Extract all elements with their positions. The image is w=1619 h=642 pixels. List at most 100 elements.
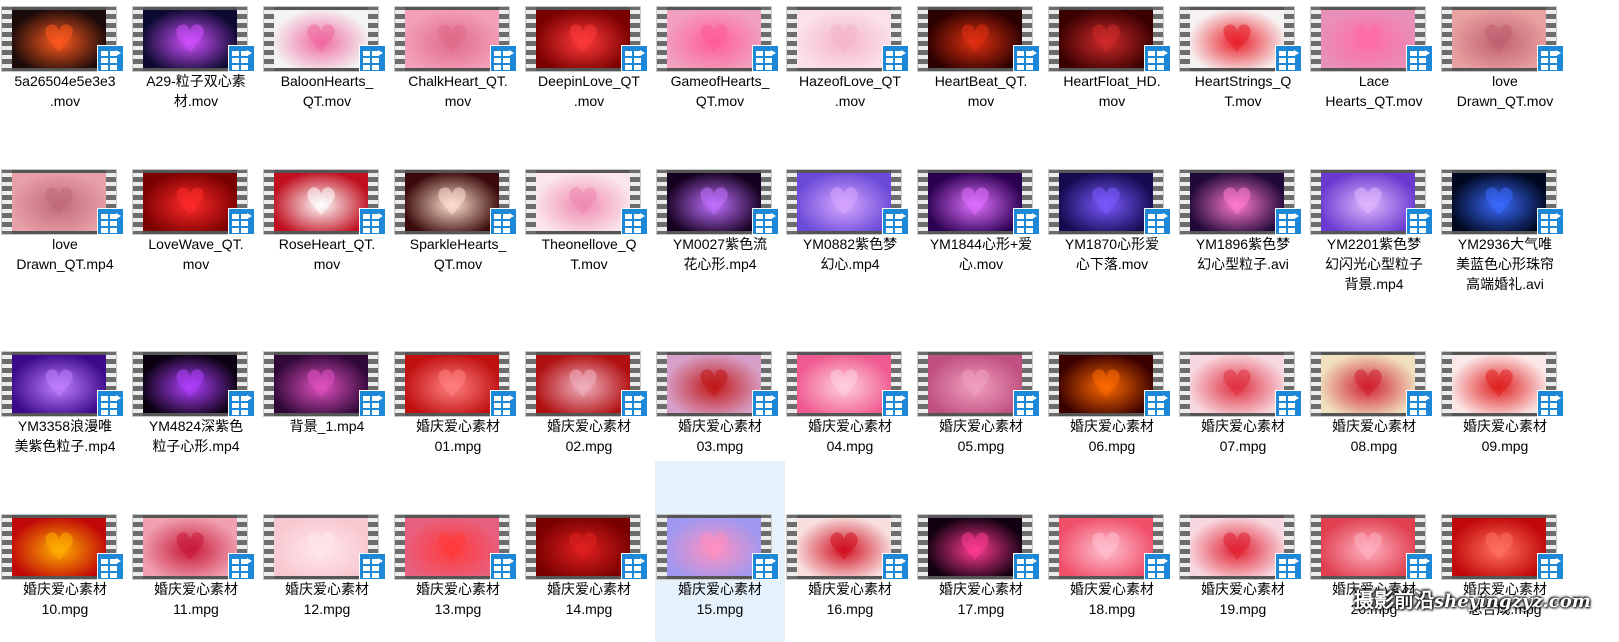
file-item[interactable]: ♥ 婚庆爱心素材 10.mpg: [0, 508, 130, 642]
thumbnail-frame: ♥: [928, 518, 1022, 576]
file-item[interactable]: ♥ YM0027紫色流 花心形.mp4: [655, 163, 785, 297]
file-item[interactable]: ♥ YM4824深紫色 粒子心形.mp4: [131, 345, 261, 479]
filmstrip-edge: [395, 7, 405, 71]
filmstrip-edge: [1442, 515, 1452, 579]
file-item[interactable]: ♥ 5a26504e5e3e3 .mov: [0, 0, 130, 134]
file-item[interactable]: ♥ YM0882紫色梦 幻心.mp4: [785, 163, 915, 297]
file-name: 婚庆爱心素材 04.mpg: [808, 418, 892, 454]
file-item[interactable]: ♥ 婚庆爱心素材 16.mpg: [785, 508, 915, 642]
file-name: 5a26504e5e3e3 .mov: [14, 73, 116, 109]
file-item[interactable]: ♥ 婚庆爱心素材 09.mpg: [1440, 345, 1570, 479]
file-item[interactable]: ♥ 婚庆爱心素材 15.mpg: [655, 461, 785, 642]
heart-icon: ♥: [1219, 17, 1255, 61]
heart-icon: ♥: [303, 362, 339, 406]
file-name: 婚庆爱心素材 01.mpg: [416, 418, 500, 454]
file-item[interactable]: ♥ 婚庆爱心素材 12.mpg: [262, 508, 392, 642]
thumbnail-frame: ♥: [1452, 10, 1546, 68]
file-item[interactable]: ♥ 婚庆爱心素材 04.mpg: [785, 345, 915, 479]
filmstrip-edge: [133, 7, 143, 71]
file-item[interactable]: ♥ Theonellove_Q T.mov: [524, 163, 654, 297]
file-name: GameofHearts_ QT.mov: [670, 73, 770, 109]
heart-icon: ♥: [172, 362, 208, 406]
file-item[interactable]: ♥ 婚庆爱心素材 17.mpg: [916, 508, 1046, 642]
file-item[interactable]: ♥ HeartFloat_HD. mov: [1047, 0, 1177, 134]
file-item[interactable]: ♥ YM2201紫色梦 幻闪光心型粒子 背景.mp4: [1309, 163, 1439, 297]
video-file-type-icon: [490, 390, 517, 417]
thumbnail-frame: ♥: [274, 173, 368, 231]
heart-icon: ♥: [1350, 17, 1386, 61]
file-item[interactable]: ♥ 婚庆爱心素材 07.mpg: [1178, 345, 1308, 479]
file-item[interactable]: ♥ RoseHeart_QT. mov: [262, 163, 392, 297]
file-item[interactable]: ♥ 婚庆爱心素材 18.mpg: [1047, 508, 1177, 642]
filmstrip-edge: [787, 170, 797, 234]
file-item[interactable]: ♥ 婚庆爱心素材 08.mpg: [1309, 345, 1439, 479]
file-item[interactable]: ♥ 背景_1.mp4: [262, 345, 392, 479]
file-name: 婚庆爱心素材 07.mpg: [1201, 418, 1285, 454]
file-item[interactable]: ♥ A29-粒子双心素 材.mov: [131, 0, 261, 134]
file-name: YM0882紫色梦 幻心.mp4: [802, 236, 898, 272]
heart-icon: ♥: [565, 180, 601, 224]
file-name: 婚庆爱心素材 15.mpg: [678, 581, 762, 617]
file-item[interactable]: ♥ 婚庆爱心素材 20.mpg: [1309, 508, 1439, 642]
heart-icon: ♥: [1350, 362, 1386, 406]
file-item[interactable]: ♥ SparkleHearts_ QT.mov: [393, 163, 523, 297]
file-item[interactable]: ♥ YM1896紫色梦 幻心型粒子.avi: [1178, 163, 1308, 297]
file-item[interactable]: ♥ 婚庆爱心素材 11.mpg: [131, 508, 261, 642]
thumbnail-frame: ♥: [405, 518, 499, 576]
file-name: YM2936大气唯 美蓝色心形珠帘 高端婚礼.avi: [1456, 236, 1554, 292]
file-item[interactable]: ♥ 婚庆爱心素材 14.mpg: [524, 508, 654, 642]
heart-icon: ♥: [565, 362, 601, 406]
file-item[interactable]: ♥ 婚庆爱心素材 19.mpg: [1178, 508, 1308, 642]
filmstrip-edge: [1049, 352, 1059, 416]
file-name: 婚庆爱心素材 11.mpg: [154, 581, 238, 617]
thumbnail-frame: ♥: [536, 173, 630, 231]
filmstrip-edge: [787, 352, 797, 416]
file-item[interactable]: ♥ 婚庆爱心素材 13.mpg: [393, 508, 523, 642]
heart-icon: ♥: [826, 362, 862, 406]
file-item[interactable]: ♥ 婚庆爱心素材 03.mpg: [655, 345, 785, 479]
file-name: Theonellove_Q T.mov: [541, 236, 637, 272]
video-file-type-icon: [228, 45, 255, 72]
file-item[interactable]: ♥ YM3358浪漫唯 美紫色粒子.mp4: [0, 345, 130, 479]
file-name: BaloonHearts_ QT.mov: [280, 73, 374, 109]
file-item[interactable]: ♥ YM2936大气唯 美蓝色心形珠帘 高端婚礼.avi: [1440, 163, 1570, 297]
video-file-type-icon: [490, 208, 517, 235]
file-item[interactable]: ♥ HeartStrings_Q T.mov: [1178, 0, 1308, 134]
video-file-type-icon: [1406, 45, 1433, 72]
file-name: YM1870心形爱 心下落.mov: [1064, 236, 1160, 272]
thumbnail-frame: ♥: [536, 518, 630, 576]
heart-icon: ♥: [1350, 525, 1386, 569]
heart-icon: ♥: [957, 180, 993, 224]
file-item[interactable]: ♥ LoveWave_QT. mov: [131, 163, 261, 297]
watermark-chinese: 摄影前沿: [1354, 588, 1434, 612]
video-file-type-icon: [359, 553, 386, 580]
heart-icon: ♥: [565, 17, 601, 61]
file-item[interactable]: ♥ ChalkHeart_QT. mov: [393, 0, 523, 134]
file-name: 婚庆爱心素材 03.mpg: [678, 418, 762, 454]
video-file-type-icon: [1275, 208, 1302, 235]
file-item[interactable]: ♥ DeepinLove_QT .mov: [524, 0, 654, 134]
file-item[interactable]: ♥ HeartBeat_QT. mov: [916, 0, 1046, 134]
thumbnail-frame: ♥: [1452, 355, 1546, 413]
thumbnail-frame: ♥: [405, 173, 499, 231]
file-name: YM2201紫色梦 幻闪光心型粒子 背景.mp4: [1325, 236, 1423, 292]
file-name: YM1844心形+爱 心.mov: [929, 236, 1033, 272]
file-item[interactable]: ♥ 婚庆爱心素材 01.mpg: [393, 345, 523, 479]
file-item[interactable]: ♥ YM1870心形爱 心下落.mov: [1047, 163, 1177, 297]
file-item[interactable]: ♥ 婚庆爱心素材 02.mpg: [524, 345, 654, 479]
file-item[interactable]: ♥ 婚庆爱心素材 05.mpg: [916, 345, 1046, 479]
file-item[interactable]: ♥ YM1844心形+爱 心.mov: [916, 163, 1046, 297]
file-item[interactable]: ♥ HazeofLove_QT .mov: [785, 0, 915, 134]
file-item[interactable]: ♥ BaloonHearts_ QT.mov: [262, 0, 392, 134]
filmstrip-edge: [2, 515, 12, 579]
thumbnail-frame: ♥: [536, 10, 630, 68]
file-item[interactable]: ♥ love Drawn_QT.mp4: [0, 163, 130, 297]
thumbnail-frame: ♥: [12, 518, 106, 576]
file-item[interactable]: ♥ 婚庆爱心素材 06.mpg: [1047, 345, 1177, 479]
heart-icon: ♥: [1219, 362, 1255, 406]
file-item[interactable]: ♥ Lace Hearts_QT.mov: [1309, 0, 1439, 134]
file-item[interactable]: ♥ GameofHearts_ QT.mov: [655, 0, 785, 134]
file-item[interactable]: ♥ 婚庆爱心素材 总合成.mpg: [1440, 508, 1570, 642]
video-file-type-icon: [1144, 45, 1171, 72]
file-item[interactable]: ♥ love Drawn_QT.mov: [1440, 0, 1570, 134]
